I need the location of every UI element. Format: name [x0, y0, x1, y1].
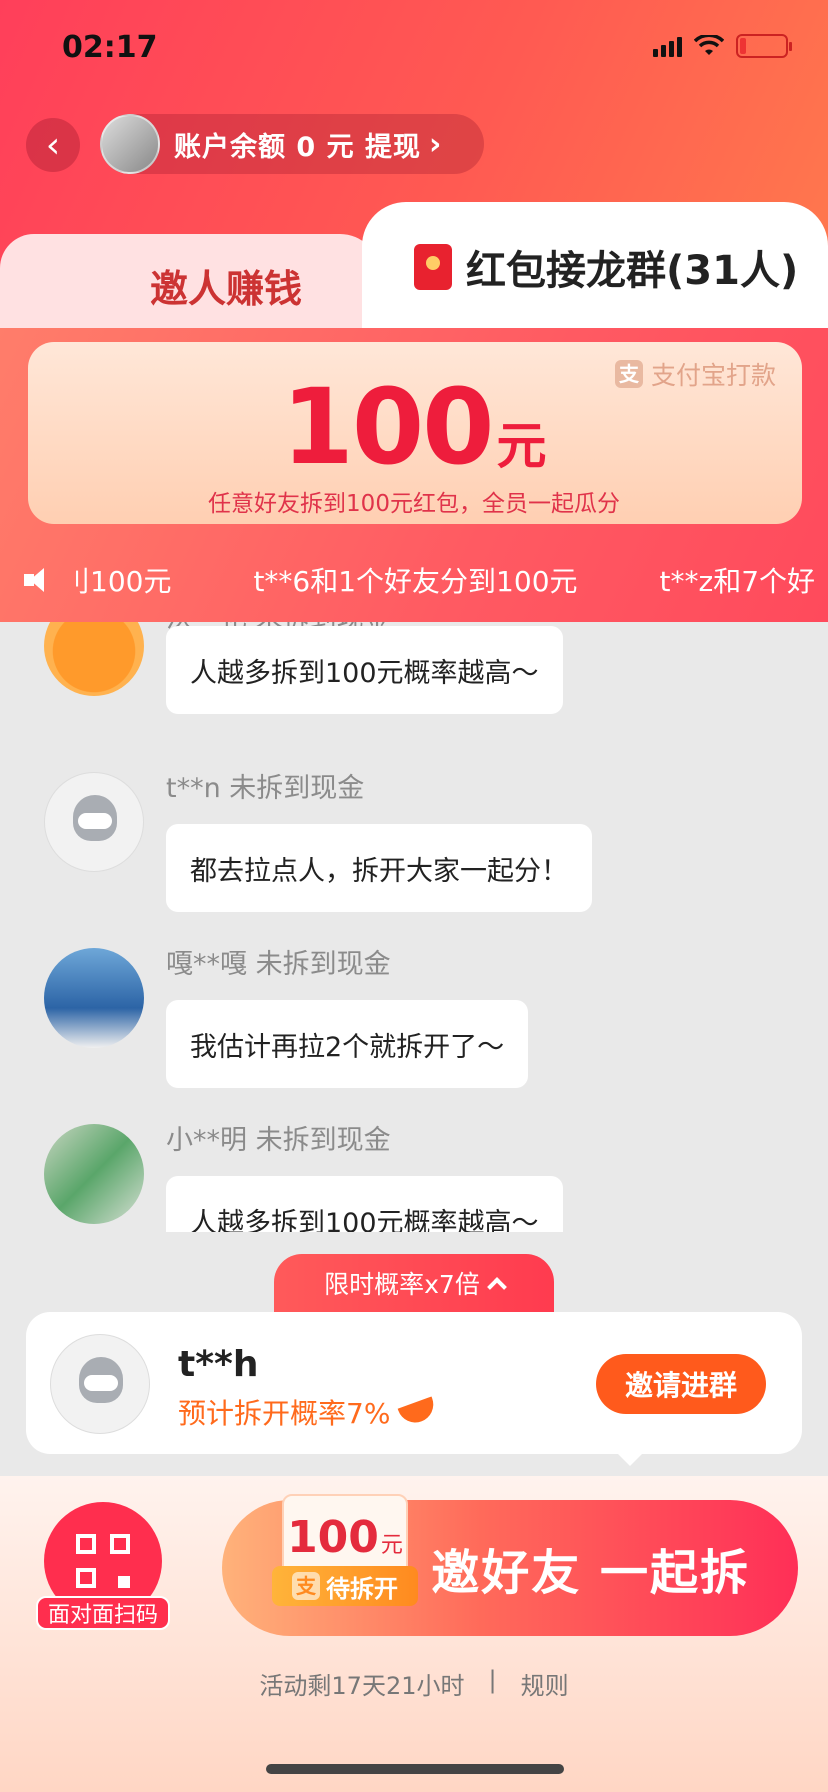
chat-bubble: 人越多拆到100元概率越高～ — [166, 626, 563, 714]
pending-badge: 支 待拆开 — [272, 1566, 418, 1606]
speaker-icon — [22, 565, 52, 595]
invite-to-group-button[interactable]: 邀请进群 — [596, 1354, 766, 1414]
qr-code-icon — [76, 1534, 130, 1588]
tab-redpacket-group-content: 红包接龙群(31人) — [414, 238, 798, 296]
invite-probability: 预计拆开概率7% — [178, 1392, 439, 1432]
avatar — [50, 1334, 150, 1434]
announcement-ticker: 刂100元 t**6和1个好友分到100元 t**z和7个好 — [22, 560, 828, 600]
battery-icon — [736, 34, 792, 58]
prize-badge-unit: 元 — [380, 1533, 403, 1558]
signal-icon — [653, 35, 682, 57]
rules-link[interactable]: 规则 — [521, 1666, 569, 1701]
footer-info: 活动剩17天21小时 | 规则 — [0, 1666, 828, 1701]
limited-time-label: 限时概率x7倍 — [324, 1270, 480, 1299]
qr-scan-label[interactable]: 面对面扫码 — [36, 1596, 170, 1630]
avatar — [44, 622, 144, 696]
group-chat-list[interactable]: 沃**花 未拆到现金 人越多拆到100元概率越高～ t**n 未拆到现金 都去拉… — [0, 622, 828, 1232]
balance-text: 账户余额 0 元 提现 — [174, 131, 421, 163]
prize-amount-unit: 元 — [496, 417, 547, 475]
invite-probability-text: 预计拆开概率7% — [178, 1397, 391, 1430]
card-pointer — [612, 1448, 648, 1466]
chevron-left-icon: ‹ — [45, 124, 61, 166]
separator: | — [488, 1666, 497, 1694]
prize-amount-number: 100 — [281, 366, 494, 488]
limited-time-badge[interactable]: 限时概率x7倍 — [274, 1254, 554, 1312]
chat-bubble: 人越多拆到100元概率越高～ — [166, 1176, 563, 1232]
alipay-icon: 支 — [292, 1572, 320, 1600]
chat-sender: t**n 未拆到现金 — [166, 773, 365, 804]
arrow-up-icon — [398, 1396, 439, 1428]
status-icons — [653, 34, 792, 58]
chat-sender: 小**明 未拆到现金 — [166, 1125, 391, 1156]
avatar — [44, 948, 144, 1048]
chat-bubble: 我估计再拉2个就拆开了～ — [166, 1000, 529, 1088]
home-indicator — [266, 1764, 564, 1774]
account-balance-pill[interactable]: 账户余额 0 元 提现 › — [100, 114, 484, 174]
chat-bubble: 都去拉点人，拆开大家一起分！ — [166, 824, 592, 912]
chat-sender: 嘎**嘎 未拆到现金 — [166, 949, 391, 980]
back-button[interactable]: ‹ — [26, 118, 80, 172]
prize-amount: 100元 — [0, 366, 828, 488]
pending-label: 待拆开 — [326, 1574, 398, 1603]
avatar — [44, 772, 144, 872]
red-envelope-icon — [414, 244, 452, 290]
ticker-item: 刂100元 — [62, 565, 172, 598]
chevron-right-icon: › — [429, 126, 442, 162]
prize-badge-amount: 100 — [287, 1512, 379, 1563]
tab-redpacket-group-label: 红包接龙群(31人) — [466, 248, 799, 294]
prize-description: 任意好友拆到100元红包，全员一起瓜分 — [208, 491, 620, 517]
status-time: 02:17 — [62, 30, 158, 65]
wifi-icon — [694, 35, 724, 55]
ticker-item: t**6和1个好友分到100元 — [253, 565, 578, 598]
activity-remaining: 活动剩17天21小时 — [259, 1672, 465, 1700]
ticker-item: t**z和7个好 — [659, 565, 816, 598]
user-avatar — [100, 114, 160, 174]
chevron-up-icon — [486, 1277, 507, 1297]
invite-user-name: t**h — [178, 1344, 259, 1385]
avatar — [44, 1124, 144, 1224]
